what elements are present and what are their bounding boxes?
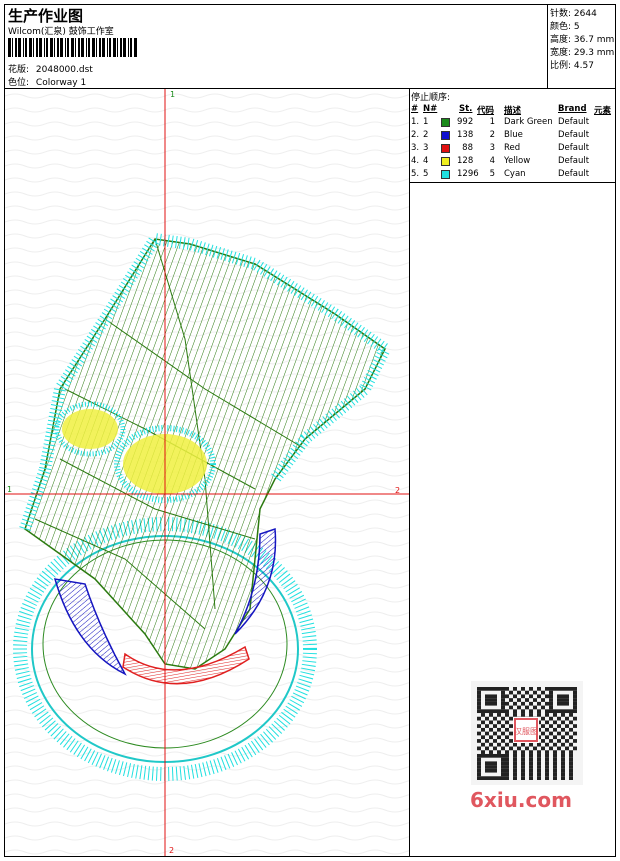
row-num: 5. [411, 169, 420, 179]
row-description: Red [504, 143, 521, 153]
row-num: 4. [411, 156, 420, 166]
color-count: 颜色: 5 [550, 22, 580, 32]
table-divider [409, 182, 616, 183]
color-swatch [441, 118, 450, 127]
company-name: Wilcom(汇泉) 鼓饰工作室 [8, 27, 114, 37]
colorway-value: Colorway 1 [35, 78, 87, 88]
row-code: 2 [489, 130, 495, 140]
stop-sequence-table: 停止顺序: # N# St. 代码 描述 Brand 元素 1. 1 992 1 Dar… [411, 90, 616, 187]
embroidery-preview: 1 1 2 2 [5, 89, 409, 856]
row-code: 5 [489, 169, 495, 179]
col-st: St. [459, 104, 473, 114]
row-description: Cyan [504, 169, 526, 179]
row-num: 1. [411, 117, 420, 127]
row-n: 3 [423, 143, 429, 153]
yellow-patch-left [62, 409, 118, 449]
row-stitches: 138 [457, 130, 474, 140]
table-row: 4. 4 128 4 Yellow Default [411, 156, 616, 169]
axis-label-top: 1 [170, 90, 175, 99]
row-code: 4 [489, 156, 495, 166]
design-width: 宽度: 29.3 mm [550, 48, 615, 58]
row-brand: Default [558, 156, 590, 166]
stats-divider [547, 4, 548, 88]
row-stitches: 992 [457, 117, 474, 127]
row-n: 5 [423, 169, 429, 179]
row-brand: Default [558, 117, 590, 127]
table-row: 1. 1 992 1 Dark Green Default [411, 117, 616, 130]
row-num: 3. [411, 143, 420, 153]
color-swatch [441, 131, 450, 140]
design-file-row: 花版: 2048000.dst [8, 62, 93, 75]
stitch-count: 针数: 2644 [550, 9, 597, 19]
row-n: 4 [423, 156, 429, 166]
color-swatch [441, 144, 450, 153]
row-num: 2. [411, 130, 420, 140]
design-file: 2048000.dst [35, 65, 93, 75]
design-height: 高度: 36.7 mm [550, 35, 615, 45]
row-brand: Default [558, 130, 590, 140]
col-num: # [411, 104, 419, 114]
axis-label-right: 2 [395, 486, 400, 495]
qr-stamp: 汉服图 [514, 727, 538, 736]
table-row: 3. 3 88 3 Red Default [411, 143, 616, 156]
row-stitches: 88 [462, 143, 473, 153]
panel-divider [409, 88, 410, 857]
design-ratio: 比例: 4.57 [550, 61, 594, 71]
row-n: 1 [423, 117, 429, 127]
colorway-row: 色位: Colorway 1 [8, 75, 86, 88]
row-stitches: 128 [457, 156, 474, 166]
axis-label-bottom: 2 [169, 846, 174, 855]
color-swatch [441, 170, 450, 179]
color-swatch [441, 157, 450, 166]
row-description: Yellow [504, 156, 531, 166]
row-code: 3 [489, 143, 495, 153]
table-body: 1. 1 992 1 Dark Green Default 2. 2 138 2 Blue Defau… [411, 117, 616, 187]
table-row: 5. 5 1296 5 Cyan Default [411, 169, 616, 182]
col-code: 代码 [477, 106, 495, 116]
col-brand: Brand [558, 104, 587, 114]
table-header: # N# St. 代码 描述 Brand 元素 [411, 104, 616, 117]
site-watermark: 6xiu.com [470, 788, 572, 812]
stop-sequence-title: 停止顺序: [411, 93, 451, 103]
row-code: 1 [489, 117, 495, 127]
row-brand: Default [558, 169, 590, 179]
barcode [8, 38, 137, 57]
table-row: 2. 2 138 2 Blue Default [411, 130, 616, 143]
page-title: 生产作业图 [8, 7, 84, 25]
axis-label-left: 1 [7, 485, 12, 494]
row-stitches: 1296 [457, 169, 479, 179]
col-n: N# [423, 104, 438, 114]
row-n: 2 [423, 130, 429, 140]
col-desc: 描述 [504, 106, 522, 116]
design-label: 花版: [8, 65, 30, 75]
row-description: Blue [504, 130, 523, 140]
row-description: Dark Green [504, 117, 553, 127]
colorway-label: 色位: [8, 78, 30, 88]
col-element: 元素 [594, 106, 612, 116]
row-brand: Default [558, 143, 590, 153]
